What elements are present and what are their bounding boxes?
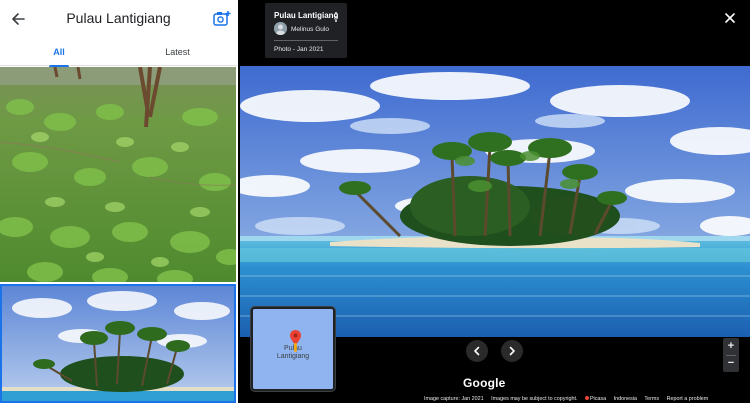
add-photo-button[interactable] [211,8,233,30]
google-logo: Google [463,376,506,390]
viewer-footer: Image capture: Jan 2021 Images may be su… [424,395,714,403]
photo-viewer: Pulau Lantigiang Melinus Gulo Photo - Ja… [238,0,750,403]
author-name[interactable]: Melinus Gulo [291,26,329,33]
map-place-label-line2: Lantigiang [276,353,310,360]
photo-thumbnail-island[interactable] [0,284,236,403]
picasa-label: Picasa [589,396,607,402]
ground-plants-image [0,67,236,282]
info-card-title: Pulau Lantigiang [274,11,339,20]
chevron-left-icon [474,346,480,356]
main-island-photo[interactable] [240,66,750,337]
picasa-link[interactable]: Picasa [584,396,607,402]
back-button[interactable] [8,8,30,30]
zoom-control: + − [723,338,739,372]
minimap[interactable]: Pulau Lantigiang [251,307,335,391]
terms-link[interactable]: Terms [644,396,659,402]
zoom-out-button[interactable]: − [723,355,739,372]
zoom-in-button[interactable]: + [723,338,739,355]
tab-latest[interactable]: Latest [118,38,237,66]
tab-latest-label: Latest [165,47,190,57]
photo-tabs: All Latest [0,38,237,67]
tab-all[interactable]: All [0,38,118,67]
add-photo-icon [213,11,231,26]
arrow-left-icon [12,13,25,25]
photo-list-panel: Pulau Lantigiang All Latest [0,0,237,403]
more-options-button[interactable] [332,10,340,22]
info-card-divider [274,40,338,41]
report-problem-link[interactable]: Report a problem [667,396,709,402]
author-avatar[interactable] [274,22,287,35]
island-thumbnail-image [2,286,234,401]
copyright-notice: Images may be subject to copyright. [491,396,578,402]
previous-photo-button[interactable] [466,340,488,362]
panel-header: Pulau Lantigiang [0,0,237,38]
avatar-image [274,22,287,35]
more-vertical-icon [335,12,337,22]
map-pin-icon [290,330,301,352]
tab-all-label: All [53,47,65,57]
photo-date: Photo - Jan 2021 [274,46,324,53]
picasa-icon [584,396,589,400]
chevron-right-icon [509,346,515,356]
close-icon [725,13,735,23]
close-button[interactable] [723,11,737,25]
language-link[interactable]: Indonesia [614,396,637,402]
image-capture-date: Image capture: Jan 2021 [424,396,484,402]
photo-thumbnail-ground[interactable] [0,67,236,282]
app-root: Pulau Lantigiang All Latest Pulau Lantig… [0,0,750,403]
photo-info-card: Pulau Lantigiang Melinus Gulo Photo - Ja… [265,3,347,58]
next-photo-button[interactable] [501,340,523,362]
place-title: Pulau Lantigiang [66,10,171,26]
